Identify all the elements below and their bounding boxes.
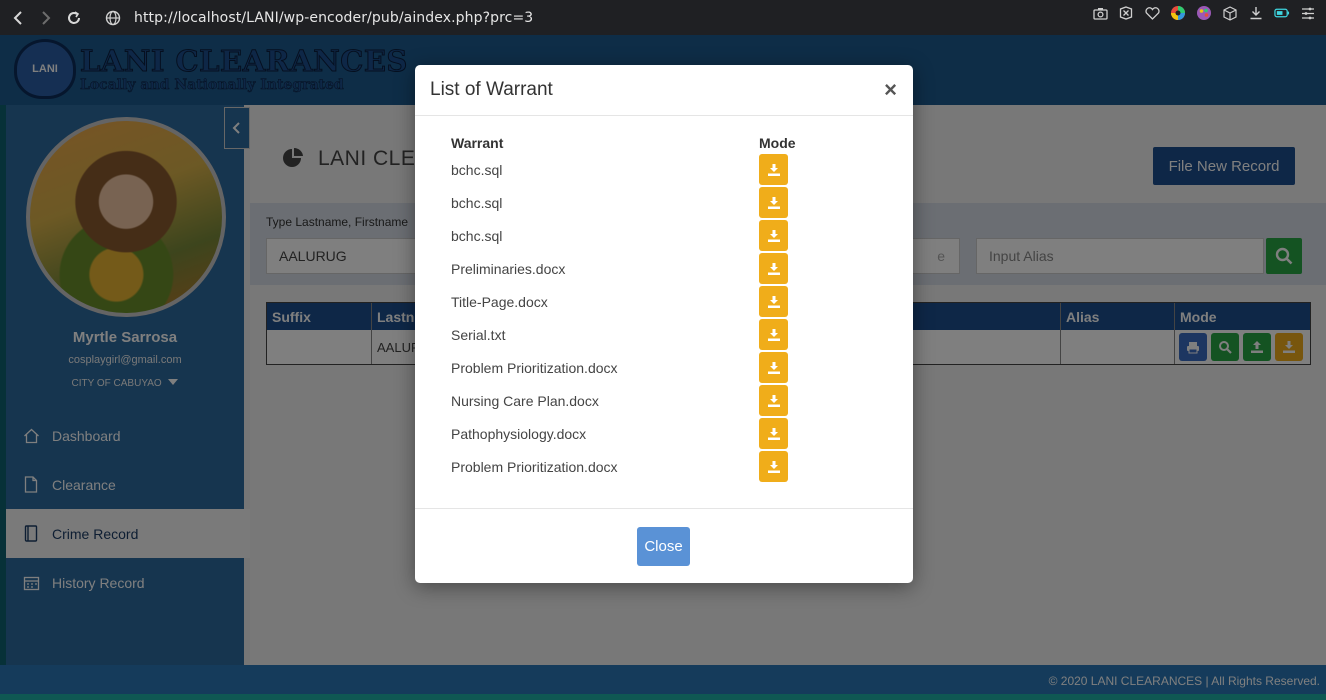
download-icon <box>767 427 780 440</box>
warrant-row: bchc.sql <box>451 186 881 219</box>
header-mode: Mode <box>759 135 796 151</box>
close-icon[interactable]: × <box>884 77 897 103</box>
warrant-row: Preliminaries.docx <box>451 252 881 285</box>
heart-icon[interactable] <box>1144 5 1160 21</box>
download-warrant-button[interactable] <box>759 385 788 416</box>
warrant-filename: Problem Prioritization.docx <box>451 458 618 475</box>
download-warrant-button[interactable] <box>759 220 788 251</box>
warrant-filename: Nursing Care Plan.docx <box>451 392 599 409</box>
warrant-row: Pathophysiology.docx <box>451 417 881 450</box>
block-icon[interactable] <box>1118 5 1134 21</box>
download-icon <box>767 460 780 473</box>
browser-toolbar: http://localhost/LANI/wp-encoder/pub/ain… <box>0 0 1326 35</box>
globe-icon <box>102 7 124 29</box>
warrant-modal: List of Warrant × Warrant Mode bchc.sql b… <box>415 65 913 583</box>
palette-icon[interactable] <box>1196 5 1212 21</box>
download-warrant-button[interactable] <box>759 418 788 449</box>
download-warrant-button[interactable] <box>759 154 788 185</box>
download-warrant-button[interactable] <box>759 187 788 218</box>
warrant-filename: bchc.sql <box>451 194 503 211</box>
download-icon <box>767 394 780 407</box>
modal-title: List of Warrant <box>430 79 553 100</box>
battery-icon[interactable] <box>1274 5 1290 21</box>
warrant-list: bchc.sql bchc.sql bchc.sql Preliminaries.do… <box>451 153 881 483</box>
camera-icon[interactable] <box>1092 5 1108 21</box>
warrant-row: Serial.txt <box>451 318 881 351</box>
download-icon <box>767 262 780 275</box>
warrant-row: Title-Page.docx <box>451 285 881 318</box>
download-icon <box>767 229 780 242</box>
modal-body: Warrant Mode bchc.sql bchc.sql bchc.sql Pre… <box>451 135 881 483</box>
address-bar[interactable]: http://localhost/LANI/wp-encoder/pub/ain… <box>134 10 533 26</box>
download-icon <box>767 295 780 308</box>
warrant-filename: Preliminaries.docx <box>451 260 566 277</box>
warrant-filename: Problem Prioritization.docx <box>451 359 618 376</box>
warrant-filename: bchc.sql <box>451 161 503 178</box>
download-warrant-button[interactable] <box>759 253 788 284</box>
warrant-row: bchc.sql <box>451 153 881 186</box>
reload-icon[interactable] <box>60 4 88 32</box>
warrant-filename: Title-Page.docx <box>451 293 548 310</box>
download-icon <box>767 163 780 176</box>
download-icon[interactable] <box>1248 5 1264 21</box>
menu-icon[interactable] <box>1300 5 1316 21</box>
warrant-row: Problem Prioritization.docx <box>451 351 881 384</box>
warrant-row: Problem Prioritization.docx <box>451 450 881 483</box>
cube-icon[interactable] <box>1222 5 1238 21</box>
warrant-filename: bchc.sql <box>451 227 503 244</box>
back-icon[interactable] <box>4 4 32 32</box>
warrant-filename: Serial.txt <box>451 326 506 343</box>
download-icon <box>767 361 780 374</box>
modal-footer: Close <box>415 508 913 583</box>
download-warrant-button[interactable] <box>759 286 788 317</box>
modal-header: List of Warrant × <box>415 65 913 116</box>
warrant-row: Nursing Care Plan.docx <box>451 384 881 417</box>
download-icon <box>767 328 780 341</box>
warrant-filename: Pathophysiology.docx <box>451 425 587 442</box>
header-warrant: Warrant <box>451 135 504 151</box>
download-warrant-button[interactable] <box>759 319 788 350</box>
warrant-table-header: Warrant Mode <box>451 135 881 153</box>
download-warrant-button[interactable] <box>759 451 788 482</box>
download-icon <box>767 196 780 209</box>
close-button[interactable]: Close <box>637 527 690 566</box>
color-wheel-icon[interactable] <box>1170 5 1186 21</box>
forward-icon[interactable] <box>32 4 60 32</box>
warrant-row: bchc.sql <box>451 219 881 252</box>
download-warrant-button[interactable] <box>759 352 788 383</box>
